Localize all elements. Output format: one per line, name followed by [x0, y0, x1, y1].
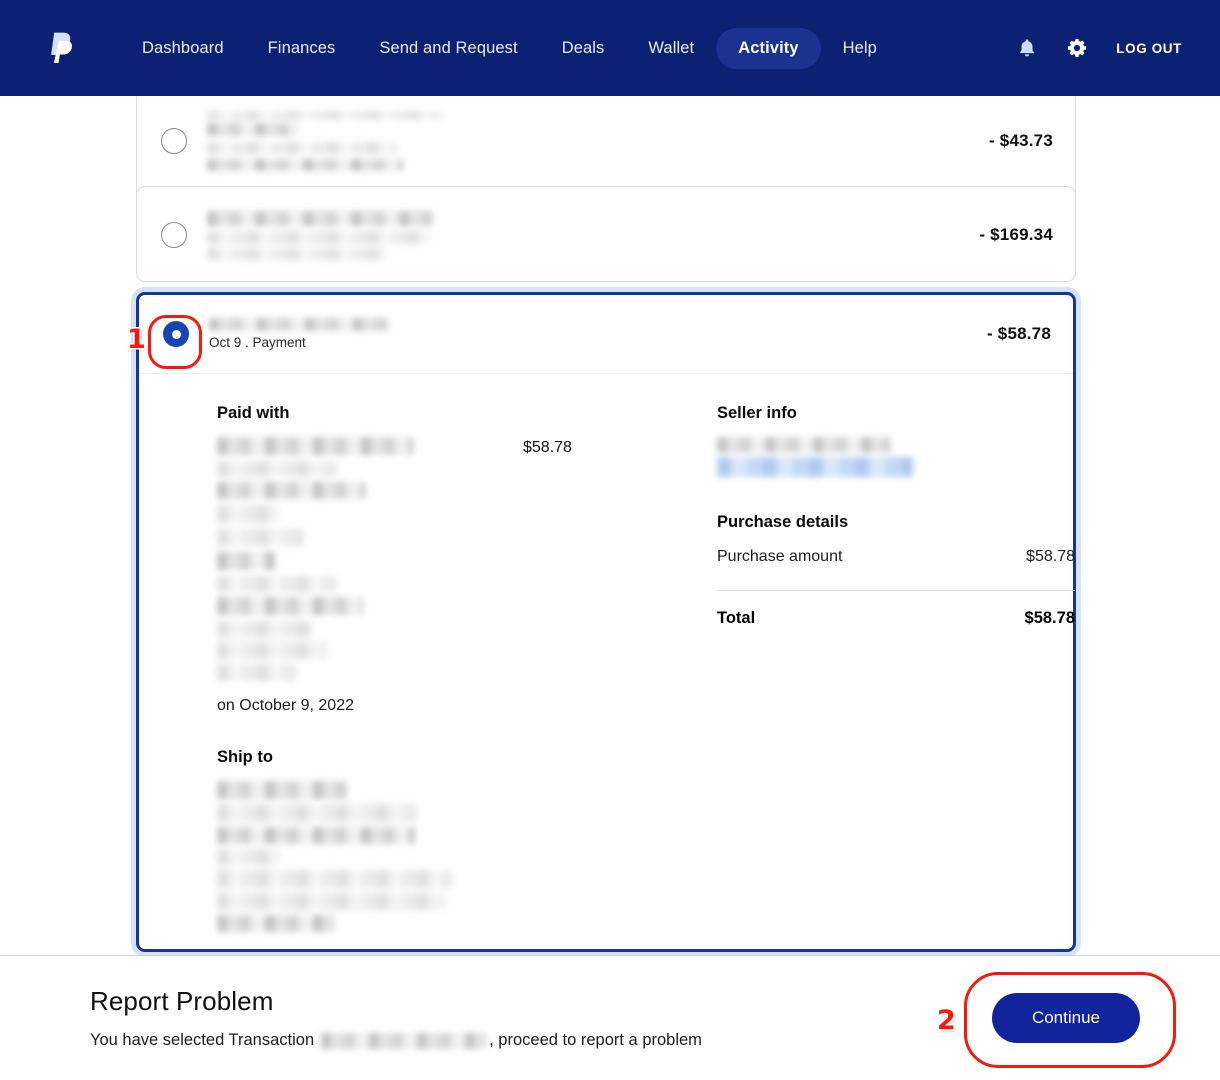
purchase-amount-row: Purchase amount $58.78	[717, 546, 1075, 568]
detail-left-column: Paid with $58.7	[217, 404, 707, 955]
redacted-detail-line	[207, 142, 397, 154]
continue-button[interactable]: Continue	[992, 993, 1140, 1043]
paid-with-date: on October 9, 2022	[217, 697, 707, 715]
report-problem-bar: Report Problem You have selected Transac…	[0, 956, 1220, 1080]
continue-button-wrapper: Continue 2	[992, 993, 1140, 1043]
logout-button[interactable]: LOG OUT	[1116, 41, 1182, 56]
report-problem-title: Report Problem	[90, 986, 702, 1017]
ship-to-title: Ship to	[217, 748, 707, 767]
redacted-payment-method-block	[217, 437, 413, 681]
transaction-card-3-selected[interactable]: Oct 9 . Payment - $58.78 Paid with	[136, 292, 1076, 952]
selected-transaction-radio[interactable]	[163, 321, 189, 347]
redacted-seller-info-block	[717, 437, 1075, 477]
transaction-amount-2: - $169.34	[979, 225, 1053, 245]
transaction-amount-3: - $58.78	[987, 324, 1051, 344]
paypal-logo-icon[interactable]	[50, 32, 76, 64]
report-problem-text-group: Report Problem You have selected Transac…	[90, 986, 702, 1050]
redacted-merchant-line	[207, 111, 441, 120]
report-problem-subtitle: You have selected Transaction , proceed …	[90, 1031, 702, 1050]
transaction-info-3: Oct 9 . Payment	[209, 318, 987, 350]
redacted-detail-line	[207, 248, 385, 260]
paid-with-title: Paid with	[217, 404, 707, 423]
purchase-details-title: Purchase details	[717, 513, 1075, 532]
redacted-merchant-line	[207, 211, 433, 226]
subtitle-before-text: You have selected Transaction	[90, 1031, 314, 1050]
nav-item-deals[interactable]: Deals	[540, 28, 627, 69]
nav-item-help[interactable]: Help	[821, 28, 899, 69]
redacted-merchant-line	[209, 318, 389, 331]
annotation-number-2: 2	[937, 1005, 956, 1036]
redacted-transaction-id-inline	[321, 1033, 487, 1049]
redacted-seller-link[interactable]	[717, 457, 913, 477]
transaction-meta-3: Oct 9 . Payment	[209, 335, 987, 350]
nav-right-cluster: LOG OUT	[1016, 37, 1182, 59]
transaction-amount-1: - $43.73	[989, 131, 1053, 151]
paid-with-amount: $58.78	[523, 439, 572, 457]
top-navigation-bar: Dashboard Finances Send and Request Deal…	[0, 0, 1220, 96]
redacted-merchant-line	[207, 123, 299, 136]
subtitle-after-text: , proceed to report a problem	[489, 1031, 702, 1050]
total-divider	[717, 590, 1075, 591]
nav-item-send-and-request[interactable]: Send and Request	[357, 28, 539, 69]
settings-gear-icon[interactable]	[1066, 37, 1088, 59]
total-value: $58.78	[1025, 609, 1075, 628]
redacted-shipping-address-block	[217, 781, 707, 932]
nav-item-wallet[interactable]: Wallet	[626, 28, 716, 69]
redacted-detail-line	[207, 159, 403, 171]
nav-links: Dashboard Finances Send and Request Deal…	[120, 28, 899, 69]
transaction-card-2[interactable]: - $169.34	[136, 186, 1076, 282]
purchase-amount-label: Purchase amount	[717, 548, 842, 566]
nav-item-activity[interactable]: Activity	[716, 28, 820, 69]
transaction-radio-2[interactable]	[161, 222, 187, 248]
seller-info-title: Seller info	[717, 404, 1075, 423]
transaction-radio-1[interactable]	[161, 128, 187, 154]
redacted-detail-line	[207, 231, 429, 244]
paid-with-row: $58.78	[217, 437, 707, 681]
transaction-info-1	[207, 111, 989, 171]
notification-bell-icon[interactable]	[1016, 37, 1038, 59]
total-row: Total $58.78	[717, 607, 1075, 630]
nav-item-dashboard[interactable]: Dashboard	[120, 28, 246, 69]
transaction-detail-panel: Paid with $58.7	[139, 374, 1073, 955]
nav-item-finances[interactable]: Finances	[246, 28, 358, 69]
transaction-list-scroll-area[interactable]: - $43.73 - $169.34 Oct 9 . Payment - $58…	[0, 96, 1220, 955]
purchase-amount-value: $58.78	[1026, 548, 1075, 566]
total-label: Total	[717, 609, 755, 628]
detail-right-column: Seller info Purchase details Purchase am…	[707, 404, 1075, 955]
transaction-info-2	[207, 211, 979, 260]
